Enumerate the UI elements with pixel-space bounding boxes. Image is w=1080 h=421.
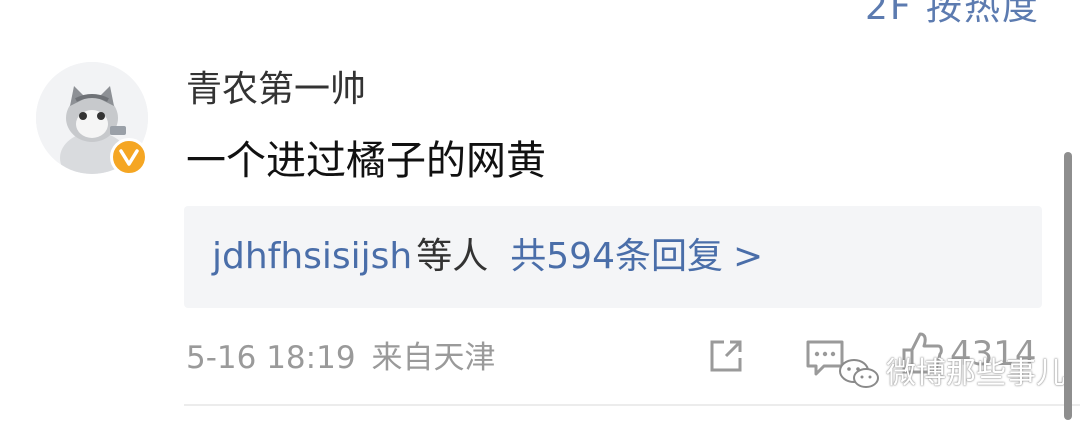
divider <box>184 404 1080 406</box>
sort-label-cut[interactable]: 2F 按热度 <box>865 0 1040 30</box>
watermark-text: 微博那些事儿 <box>886 356 1066 391</box>
wechat-icon <box>839 359 879 388</box>
scrollbar[interactable] <box>1064 152 1072 420</box>
reply-names-link[interactable]: jdhfhsisijsh <box>212 236 412 277</box>
share-icon[interactable] <box>706 336 746 380</box>
reply-summary-box[interactable]: jdhfhsisijsh 等人 共594条回复 > <box>184 206 1042 308</box>
verified-v-icon <box>110 138 148 176</box>
reply-etc-label: 等人 <box>416 236 489 277</box>
comment-text: 一个进过橘子的网黄 <box>186 138 546 184</box>
comment-username[interactable]: 青农第一帅 <box>186 68 366 112</box>
watermark: 微博那些事儿 <box>838 354 1066 394</box>
reply-summary[interactable]: jdhfhsisijsh 等人 共594条回复 > <box>212 234 763 280</box>
chevron-right-icon[interactable]: > <box>733 236 763 277</box>
comment-meta: 5-16 18:19 来自天津 <box>186 338 496 378</box>
reply-count-link[interactable]: 共594条回复 <box>510 236 723 277</box>
comment-location: 来自天津 <box>371 340 496 376</box>
comment-time: 5-16 18:19 <box>186 340 356 376</box>
